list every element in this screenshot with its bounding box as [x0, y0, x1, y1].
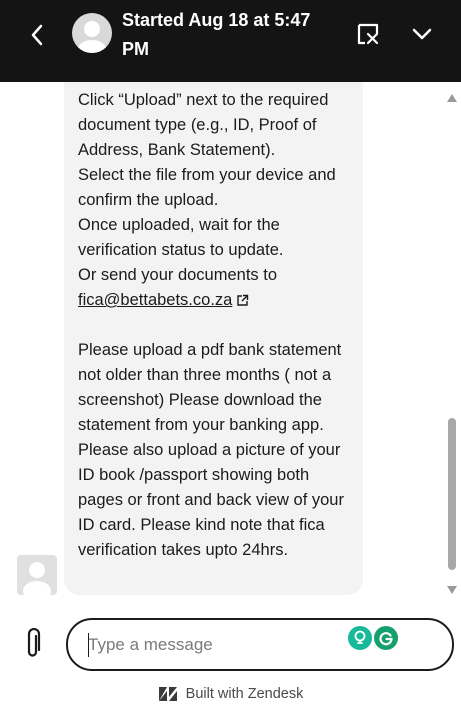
scroll-up-arrow-icon[interactable]: [446, 92, 458, 104]
footer-label: Built with Zendesk: [185, 686, 304, 702]
grammarly-icon[interactable]: [374, 626, 398, 650]
chat-header: Started Aug 18 at 5:47 PM: [0, 0, 461, 82]
agent-avatar: [17, 555, 57, 595]
zendesk-logo-icon: [158, 687, 177, 701]
footer-branding[interactable]: Built with Zendesk: [0, 684, 461, 704]
user-silhouette-icon: [78, 21, 106, 53]
paperclip-icon: [27, 628, 41, 657]
end-chat-button[interactable]: [352, 18, 384, 50]
end-chat-icon: [357, 23, 379, 45]
message-input[interactable]: [88, 632, 338, 658]
user-silhouette-icon: [23, 562, 51, 595]
external-link-icon: [237, 294, 249, 306]
message-text-part2: Please upload a pdf bank statement not o…: [78, 341, 344, 559]
chevron-down-icon: [412, 28, 432, 40]
minimize-button[interactable]: [406, 18, 438, 50]
attach-file-button[interactable]: [20, 627, 46, 661]
back-button[interactable]: [22, 20, 52, 50]
lightbulb-icon[interactable]: [348, 626, 372, 650]
message-composer: [66, 618, 454, 671]
agent-avatar-header: [72, 13, 112, 53]
message-log[interactable]: Click “Upload” next to the required docu…: [0, 82, 461, 600]
scroll-down-arrow-icon[interactable]: [446, 584, 458, 596]
agent-message-bubble: Click “Upload” next to the required docu…: [64, 82, 363, 595]
scrollbar-thumb[interactable]: [448, 418, 456, 570]
message-text-part1: Click “Upload” next to the required docu…: [78, 91, 336, 284]
conversation-title: Started Aug 18 at 5:47 PM: [122, 10, 311, 59]
text-caret: [88, 633, 89, 657]
email-link[interactable]: fica@bettabets.co.za: [78, 291, 232, 309]
chevron-left-icon: [31, 24, 43, 46]
